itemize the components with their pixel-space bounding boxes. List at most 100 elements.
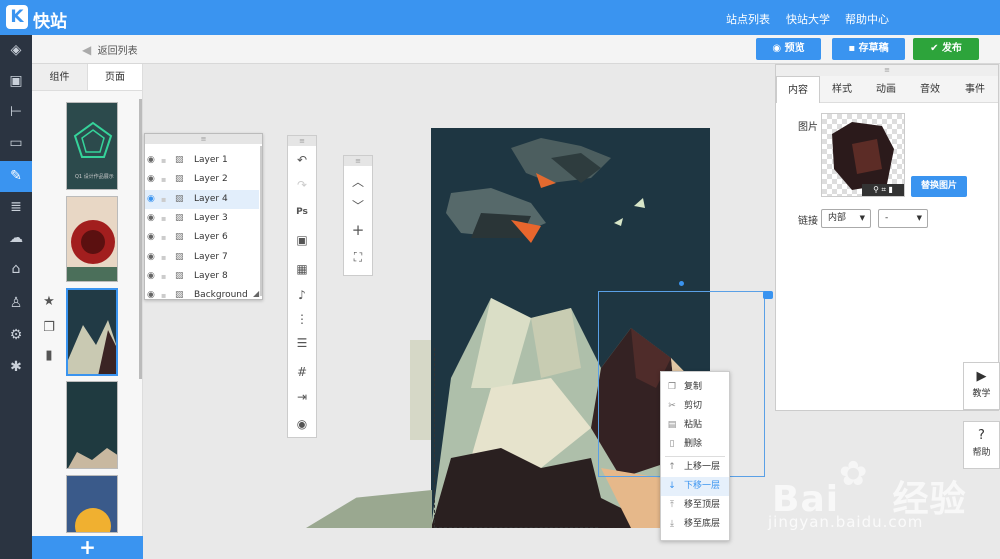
move-down-icon[interactable]: ﹀ bbox=[344, 194, 372, 219]
layer-row[interactable]: ◉ ▪ ▨ Background bbox=[145, 286, 259, 299]
photoshop-icon[interactable]: Ps bbox=[288, 200, 316, 225]
layer-row[interactable]: ◉ ▪ ▨ Layer 1 bbox=[145, 151, 259, 170]
chat-icon[interactable]: ☁ bbox=[0, 223, 32, 254]
layer-row[interactable]: ◉ ▪ ▨ Layer 7 bbox=[145, 248, 259, 267]
layers-scrollbar[interactable] bbox=[260, 146, 262, 296]
tab-sound[interactable]: 音效 bbox=[908, 76, 952, 103]
publish-button[interactable]: ✔ 发布 bbox=[913, 38, 979, 60]
page-icon[interactable]: ▣ bbox=[0, 66, 32, 97]
undo-icon[interactable]: ↶ bbox=[288, 148, 316, 173]
page-scrollbar[interactable] bbox=[139, 99, 142, 379]
lock-icon[interactable]: ▪ bbox=[161, 248, 166, 267]
grid-pattern-icon[interactable]: ▦ bbox=[288, 257, 316, 282]
link-target-select[interactable]: - ▼ bbox=[878, 209, 928, 228]
back-to-list-button[interactable]: ◀ 返回列表 bbox=[82, 42, 138, 57]
tab-events[interactable]: 事件 bbox=[952, 76, 998, 103]
lock-icon[interactable]: ▪ bbox=[161, 170, 166, 189]
music-icon[interactable]: ♪ bbox=[288, 283, 316, 308]
layers-icon[interactable]: ◈ bbox=[0, 35, 32, 66]
lock-icon[interactable]: ▪ bbox=[161, 267, 166, 286]
comment-icon[interactable]: ▭ bbox=[0, 128, 32, 159]
collapse-handle[interactable] bbox=[763, 291, 773, 299]
arrange-drag-grip[interactable]: ≡ bbox=[344, 156, 372, 166]
menu-copy[interactable]: ❐ 复制 bbox=[661, 378, 729, 397]
page-thumb-3[interactable] bbox=[66, 288, 118, 376]
move-up-icon[interactable]: ︿ bbox=[344, 170, 372, 195]
page-thumb-2[interactable] bbox=[66, 196, 118, 282]
crop-icon[interactable]: ⌗ bbox=[881, 185, 886, 194]
menu-paste[interactable]: ▤ 粘贴 bbox=[661, 416, 729, 435]
resize-handle-icon[interactable]: ◢ bbox=[253, 289, 259, 298]
tutorial-button[interactable]: ▶ 教学 bbox=[963, 362, 1000, 410]
trash-icon[interactable]: ▮ bbox=[42, 348, 56, 363]
document-icon[interactable]: ≣ bbox=[0, 192, 32, 223]
lock-icon[interactable]: ▪ bbox=[161, 228, 166, 247]
nav-site-list[interactable]: 站点列表 bbox=[726, 11, 770, 27]
page-thumb-5[interactable] bbox=[66, 475, 118, 533]
save-draft-button[interactable]: ▪ 存草稿 bbox=[832, 38, 905, 60]
tab-content[interactable]: 内容 bbox=[776, 76, 820, 103]
tools-drag-grip[interactable]: ≡ bbox=[288, 136, 316, 146]
link-type-select[interactable]: 内部 ▼ bbox=[821, 209, 871, 228]
edit-page-icon[interactable]: ✎ bbox=[0, 161, 32, 192]
tab-style[interactable]: 样式 bbox=[820, 76, 864, 103]
add-icon[interactable]: + bbox=[344, 218, 372, 243]
eye-icon[interactable]: ◉ bbox=[147, 286, 159, 299]
eye-icon[interactable]: ◉ bbox=[147, 209, 159, 228]
grid-icon[interactable]: # bbox=[288, 360, 316, 385]
eye-icon[interactable]: ◉ bbox=[147, 170, 159, 189]
layers-drag-grip[interactable]: ≡ bbox=[145, 134, 262, 144]
nav-help-center[interactable]: 帮助中心 bbox=[845, 11, 889, 27]
tab-components[interactable]: 组件 bbox=[32, 64, 87, 91]
image-add-icon[interactable]: ▣ bbox=[288, 228, 316, 253]
visibility-icon[interactable]: ◉ bbox=[288, 412, 316, 437]
lock-icon[interactable]: ▪ bbox=[161, 151, 166, 170]
more-icon[interactable]: ⋮ bbox=[288, 307, 316, 332]
layer-row[interactable]: ◉ ▪ ▨ Layer 3 bbox=[145, 209, 259, 228]
menu-delete[interactable]: ▯ 删除 bbox=[661, 435, 729, 454]
eye-icon[interactable]: ◉ bbox=[147, 190, 159, 209]
list-icon[interactable]: ☰ bbox=[288, 331, 316, 356]
page-thumb-4[interactable] bbox=[66, 381, 118, 469]
layer-row-selected[interactable]: ◉ ▪ ▨ Layer 4 bbox=[145, 190, 259, 209]
menu-bring-to-front[interactable]: ⤒ 移至顶层 bbox=[661, 496, 729, 515]
trash-icon[interactable]: ▮ bbox=[889, 185, 893, 194]
settings-icon[interactable]: ⚙ bbox=[0, 320, 32, 351]
eye-icon[interactable]: ◉ bbox=[147, 248, 159, 267]
preview-button[interactable]: ◉ 预览 bbox=[756, 38, 821, 60]
star-icon[interactable]: ★ bbox=[42, 294, 56, 309]
replace-image-button[interactable]: 替换图片 bbox=[911, 176, 967, 197]
menu-send-backward[interactable]: ↓ 下移一层 bbox=[661, 477, 729, 496]
nav-university[interactable]: 快站大学 bbox=[786, 11, 830, 27]
eye-icon[interactable]: ◉ bbox=[147, 228, 159, 247]
lock-icon[interactable]: ▪ bbox=[161, 209, 166, 228]
add-page-button[interactable]: + bbox=[32, 536, 143, 559]
eye-icon[interactable]: ◉ bbox=[147, 267, 159, 286]
menu-bring-forward[interactable]: ↑ 上移一层 bbox=[661, 458, 729, 477]
copy-icon[interactable]: ❐ bbox=[42, 320, 56, 335]
menu-cut[interactable]: ✂ 剪切 bbox=[661, 397, 729, 416]
layer-row[interactable]: ◉ ▪ ▨ Layer 8 bbox=[145, 267, 259, 286]
lock-icon[interactable]: ▪ bbox=[161, 190, 166, 209]
tab-animation[interactable]: 动画 bbox=[864, 76, 908, 103]
fit-frame-icon[interactable]: ⛶ bbox=[344, 245, 372, 270]
props-drag-grip[interactable]: ≡ bbox=[776, 65, 998, 76]
layer-row[interactable]: ◉ ▪ ▨ Layer 6 bbox=[145, 228, 259, 247]
rocket-icon[interactable]: ⌂ bbox=[0, 254, 32, 285]
page-thumb-1[interactable]: Q1 设计作品展示 bbox=[66, 102, 118, 190]
lock-icon[interactable]: ▪ bbox=[161, 286, 166, 299]
image-preview[interactable]: ⚲ ⌗ ▮ bbox=[821, 113, 905, 197]
layer-row[interactable]: ◉ ▪ ▨ Layer 2 bbox=[145, 170, 259, 189]
tree-icon[interactable]: ⊢ bbox=[0, 97, 32, 128]
redo-icon[interactable]: ↷ bbox=[288, 173, 316, 198]
user-icon[interactable]: ♙ bbox=[0, 288, 32, 319]
rotate-handle[interactable] bbox=[679, 281, 684, 286]
plugin-icon[interactable]: ✱ bbox=[0, 352, 32, 383]
help-button[interactable]: ? 帮助 bbox=[963, 421, 1000, 469]
tab-pages[interactable]: 页面 bbox=[87, 64, 142, 91]
search-icon[interactable]: ⚲ bbox=[873, 185, 879, 194]
export-icon[interactable]: ⇥ bbox=[288, 385, 316, 410]
kuaizhan-logo[interactable]: K bbox=[6, 5, 28, 29]
menu-send-to-back[interactable]: ⤓ 移至底层 bbox=[661, 515, 729, 534]
eye-icon[interactable]: ◉ bbox=[147, 151, 159, 170]
